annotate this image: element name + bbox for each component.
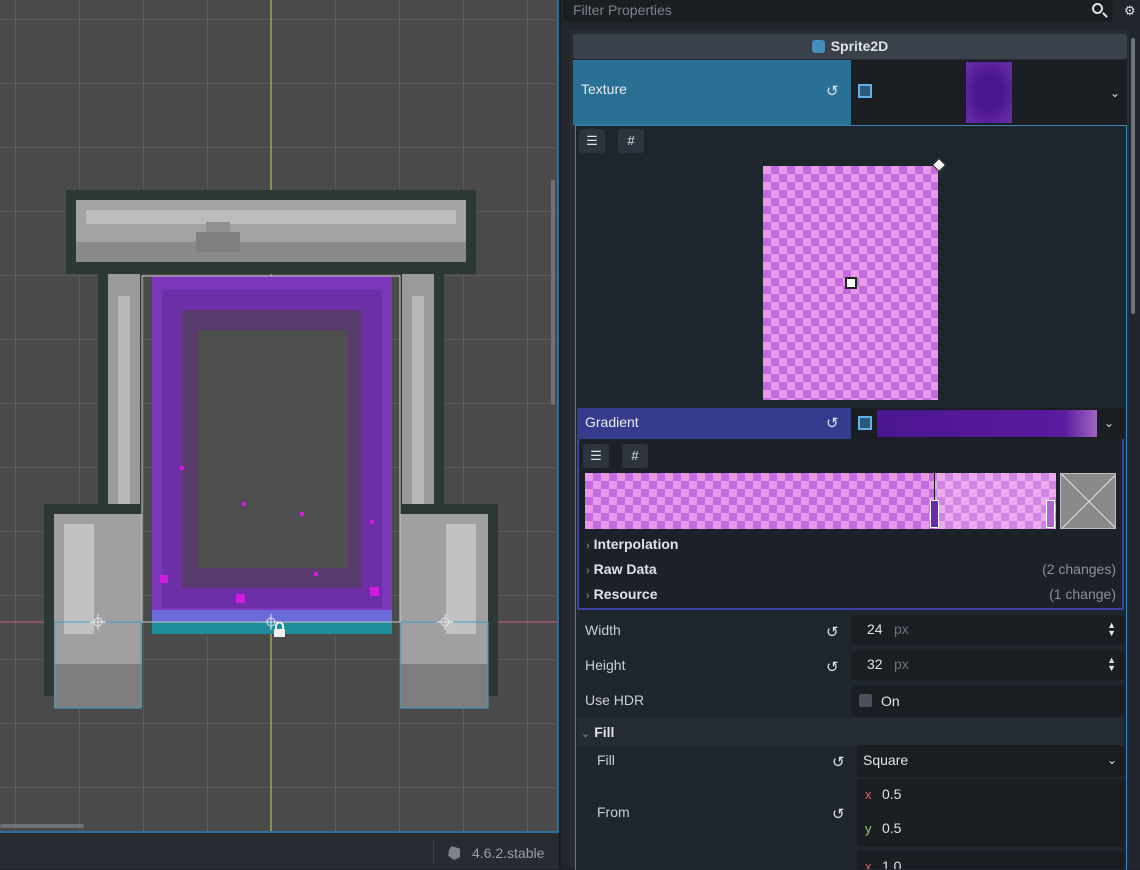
gradient-icon [858,416,872,430]
fill-label: Fill [597,752,615,768]
viewport-hscrollbar[interactable] [0,824,84,828]
width-spinbox[interactable]: 24 px ▲ ▼ [851,615,1124,645]
filter-properties-input[interactable]: Filter Properties [563,0,1113,22]
section-raw-data[interactable]: › Raw Data [586,561,657,577]
width-unit: px [894,621,909,637]
texture-dropdown-chevron-icon[interactable]: ⌄ [1110,86,1120,100]
y-axis-label: y [865,821,872,836]
use-hdr-value: On [881,693,900,709]
height-label: Height [585,657,626,673]
texture-revert-icon[interactable]: ↺ [826,82,839,100]
scene-canvas[interactable] [0,0,557,833]
inspector-scrollbar[interactable] [1131,38,1135,314]
status-separator [433,841,434,863]
canvas-viewport[interactable] [0,0,557,833]
search-icon [1092,3,1103,14]
pillar-lintel-sprite [66,190,476,274]
width-label: Width [585,622,621,638]
from-y-field[interactable]: y 0.5 [857,813,1124,847]
to-x-value: 1.0 [882,858,902,869]
texture-property-label[interactable]: Texture [573,60,851,125]
gradient-stop-line-1 [934,473,935,500]
gradient-dropdown-chevron-icon[interactable]: ⌄ [1104,416,1114,430]
fill-value: Square [863,752,909,768]
section-raw-data-label: Raw Data [593,561,657,577]
section-interpolation[interactable]: › Interpolation [586,536,678,552]
gradient-texture-icon [858,84,872,98]
chevron-right-icon: › [586,540,590,552]
object-header: Sprite2D [573,34,1127,59]
fill-dropdown[interactable]: Square ⌄ [857,745,1124,777]
inspector-tools-icon[interactable]: ⚙ [1124,3,1136,19]
raw-data-changes: (2 changes) [1042,561,1116,577]
to-x-field[interactable]: x 1.0 [857,851,1124,869]
object-name: Sprite2D [830,38,889,54]
x-axis-label: x [865,859,872,869]
x-axis-label: x [865,787,872,802]
chevron-right-icon: › [586,590,590,602]
section-resource-label: Resource [593,586,658,602]
right-pillar-sprite [400,274,498,708]
section-fill-label: Fill [594,724,615,740]
section-interpolation-label: Interpolation [593,536,679,552]
viewport-vscrollbar[interactable] [551,180,555,405]
from-x-value: 0.5 [882,786,902,802]
use-hdr-label: Use HDR [585,692,645,708]
height-value: 32 [867,656,883,672]
texture-label: Texture [581,81,627,97]
chevron-right-icon: › [586,565,590,577]
from-label: From [597,804,630,820]
fill-revert-icon[interactable]: ↺ [832,753,845,771]
gradient-stop-1[interactable] [930,500,939,528]
snap-grid-button[interactable]: # [618,129,644,153]
filter-placeholder: Filter Properties [573,2,672,18]
reverse-gradient-button[interactable]: ☰ [583,444,609,468]
height-unit: px [894,656,909,672]
fill-mode-button[interactable]: ☰ [579,129,605,153]
section-resource[interactable]: › Resource [586,586,657,602]
spin-arrows-icon[interactable]: ▲ ▼ [1107,621,1116,638]
from-revert-icon[interactable]: ↺ [832,805,845,823]
gradient-editor-bar[interactable] [585,473,1056,529]
version-label[interactable]: 4.6.2.stable [472,845,544,861]
portal-sprite [152,276,392,634]
height-spinbox[interactable]: 32 px ▲ ▼ [851,650,1124,680]
sprite2d-icon [811,40,825,53]
left-pillar-sprite [44,274,142,708]
gradient-snap-button[interactable]: # [622,444,648,468]
gradient-thumbnail[interactable] [877,410,1097,437]
gradient-property-label[interactable]: Gradient [577,408,851,439]
gradient-revert-icon[interactable]: ↺ [826,414,839,432]
checkbox-icon[interactable] [859,694,872,707]
height-revert-icon[interactable]: ↺ [826,658,839,676]
width-value: 24 [867,621,883,637]
width-revert-icon[interactable]: ↺ [826,623,839,641]
section-fill[interactable]: ⌄ Fill [581,724,614,740]
spin-arrows-icon[interactable]: ▲ ▼ [1107,656,1116,673]
from-x-field[interactable]: x 0.5 [857,779,1124,813]
chevron-down-icon: ⌄ [581,728,591,740]
texture-thumbnail[interactable] [966,62,1012,123]
resource-changes: (1 change) [1049,586,1116,602]
from-y-value: 0.5 [882,820,902,836]
fill-section-header[interactable] [577,718,1124,746]
fill-from-handle[interactable] [845,277,857,289]
gradient-color-picker-swatch[interactable] [1060,473,1116,529]
use-hdr-checkbox[interactable]: On [851,686,1124,716]
gradient-label: Gradient [585,414,639,430]
chevron-down-icon: ⌄ [1107,753,1118,767]
gradient-stop-2[interactable] [1046,500,1055,528]
